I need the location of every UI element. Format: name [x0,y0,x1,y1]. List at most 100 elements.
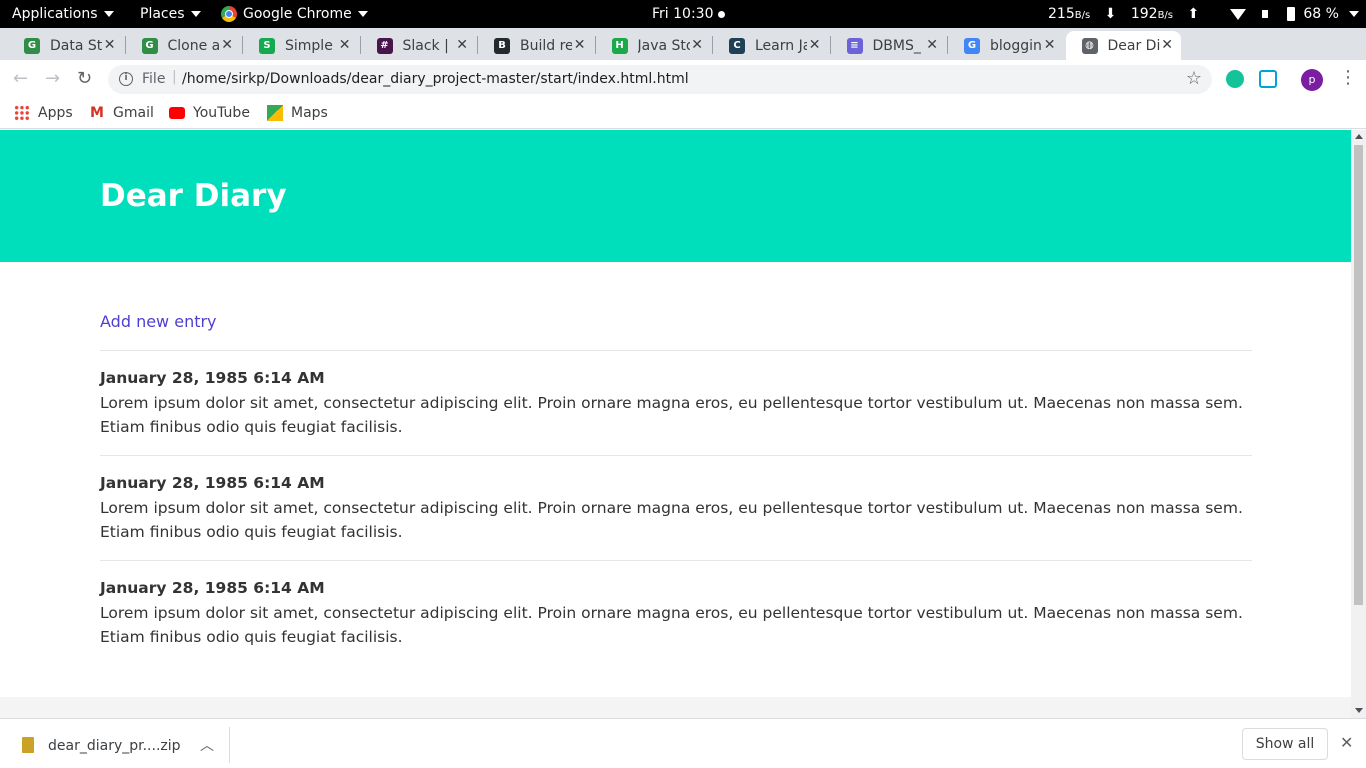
tab-title: Simple [285,37,333,54]
net-down-unit: B/s [1074,10,1091,21]
vertical-scrollbar[interactable] [1351,130,1366,718]
tab-title: Java Sto [637,37,690,54]
chrome-icon [221,6,237,22]
applications-menu[interactable]: Applications [12,0,114,28]
tab-close-icon[interactable]: ✕ [104,37,116,53]
scroll-thumb[interactable] [1354,145,1363,605]
tab[interactable]: Gbloggin ✕ [948,31,1064,60]
bookmark-gmail[interactable]: M Gmail [89,103,154,123]
chevron-down-icon [1349,11,1360,17]
download-shelf: dear_diary_pr....zip ︿ Show all ✕ [0,718,1366,768]
tab[interactable]: C Learn Ja ✕ [713,31,829,60]
bookmark-youtube[interactable]: YouTube [169,103,250,123]
close-download-shelf-icon[interactable]: ✕ [1340,733,1353,752]
bookmark-apps[interactable]: Apps [14,103,73,123]
app-menu[interactable]: Google Chrome [221,0,368,28]
separator: | [172,69,177,85]
tab[interactable]: ≡ DBMS_ ✕ [831,31,947,60]
scheme-label: File [142,71,166,87]
tab-title: Dear Di [1107,37,1160,54]
tab-close-icon[interactable]: ✕ [574,37,586,53]
profile-avatar[interactable]: p [1301,69,1323,91]
tab[interactable]: H Java Sto ✕ [596,31,712,60]
back-arrow-icon[interactable]: ← [13,68,28,89]
tab-close-icon[interactable]: ✕ [691,37,703,53]
grammarly-extension-icon[interactable] [1226,70,1244,88]
scroll-up-icon[interactable] [1355,134,1363,139]
system-status-area[interactable]: 68 % [1230,0,1360,28]
tab[interactable]: B Build re ✕ [478,31,594,60]
page-viewport: Dear Diary Add new entry January 28, 198… [0,130,1351,718]
tab[interactable]: S Simple ✕ [243,31,359,60]
translate-extension-icon[interactable] [1259,70,1277,88]
reload-icon[interactable]: ↻ [77,68,92,89]
net-down-value: 215 [1048,6,1075,22]
site-title: Dear Diary [100,178,287,214]
entry-date: January 28, 1985 6:14 AM [100,369,325,387]
slack-icon: # [376,37,393,54]
entry-body: Lorem ipsum dolor sit amet, consectetur … [100,394,1243,436]
volume-icon [1262,10,1269,18]
bookmark-label: Gmail [113,105,154,121]
chevron-up-icon[interactable]: ︿ [200,735,214,755]
add-entry-link[interactable]: Add new entry [100,312,217,331]
browser-toolbar: ← → ↻ i File | /home/sirkp/Downloads/dea… [0,60,1366,98]
upload-arrow-icon: ⬆ [1187,6,1200,22]
net-up-value: 192 [1130,6,1158,22]
leaf-icon: S [259,37,275,54]
tab-close-icon[interactable]: ✕ [221,37,233,53]
geeksforgeeks-icon: G [141,37,158,54]
url-text[interactable]: /home/sirkp/Downloads/dear_diary_project… [182,71,689,87]
address-bar[interactable]: i File | /home/sirkp/Downloads/dear_diar… [108,65,1212,94]
info-icon[interactable]: i [119,72,133,86]
tab-close-icon[interactable]: ✕ [926,37,938,53]
tab-close-icon[interactable]: ✕ [1044,37,1056,53]
wifi-icon [1230,8,1246,20]
site-header: Dear Diary [0,130,1351,262]
codecademy-icon: C [729,37,745,54]
system-top-bar: Applications Places Google Chrome Fri 10… [0,0,1366,28]
download-file-name: dear_diary_pr....zip [48,738,181,754]
entry-body: Lorem ipsum dolor sit amet, consectetur … [100,604,1243,646]
bookmark-star-icon[interactable]: ☆ [1186,68,1202,89]
tab-close-icon[interactable]: ✕ [339,37,351,53]
tab[interactable]: ◍ Dear Di ✕ [1065,31,1181,60]
gmail-icon: M [90,105,104,121]
show-all-button[interactable]: Show all [1242,728,1328,760]
bookmark-maps[interactable]: Maps [267,103,328,123]
tab-title: Clone a [167,37,220,54]
divider [100,350,1252,351]
chevron-down-icon [190,11,201,17]
network-speed: 215B/s ⬇ 192B/s ⬆ [1048,0,1199,28]
maps-icon [267,105,283,121]
diary-entry: January 28, 1985 6:14 AM Lorem ipsum dol… [100,579,1252,649]
places-menu[interactable]: Places [140,0,201,28]
tab[interactable]: G Clone a ✕ [126,31,242,60]
page-footer [0,697,1351,718]
globe-icon: ◍ [1081,37,1098,54]
forward-arrow-icon[interactable]: → [45,68,60,89]
entry-date: January 28, 1985 6:14 AM [100,579,325,597]
app-name-label: Google Chrome [243,6,352,22]
tab-close-icon[interactable]: ✕ [809,37,821,53]
tab-title: Learn Ja [755,37,807,54]
scroll-down-icon[interactable] [1355,708,1363,713]
entry-body: Lorem ipsum dolor sit amet, consectetur … [100,499,1243,541]
download-item[interactable]: dear_diary_pr....zip ︿ [0,727,230,763]
tab-close-icon[interactable]: ✕ [1161,37,1173,53]
hackerrank-icon: H [611,37,628,54]
chevron-down-icon [103,11,114,17]
chevron-down-icon [357,11,368,17]
clock[interactable]: Fri 10:30 [652,0,726,28]
tab[interactable]: G Data Str✕ [8,31,124,60]
battery-level: 68 % [1303,6,1339,22]
google-icon: G [964,37,980,54]
zip-file-icon [22,737,34,753]
docs-icon: ≡ [846,37,863,54]
tab[interactable]: # Slack | ! ✕ [361,31,477,60]
chrome-menu-icon[interactable]: ⋮ [1339,67,1357,88]
bookmark-label: YouTube [193,105,250,121]
net-up-unit: B/s [1157,10,1174,21]
bookmarks-bar: Apps M Gmail YouTube Maps [0,98,1366,129]
tab-close-icon[interactable]: ✕ [456,37,468,53]
